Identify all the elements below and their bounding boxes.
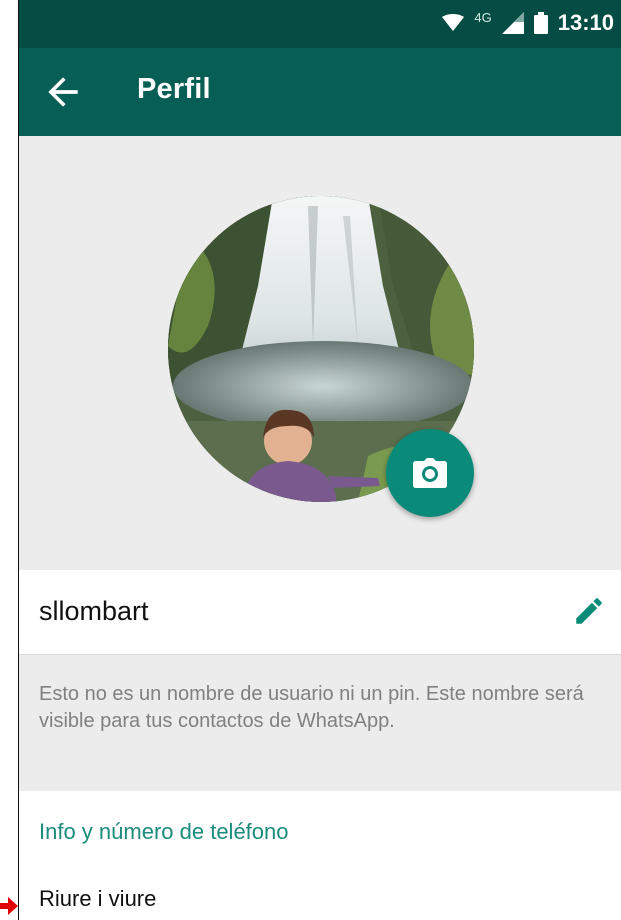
clock: 13:10 — [557, 10, 614, 35]
network-type: 4G — [474, 9, 492, 25]
wifi-icon — [442, 14, 465, 31]
signal-icon — [501, 12, 524, 34]
status-bar: 4G 13:10 — [19, 0, 621, 48]
arrow-left-icon[interactable] — [41, 70, 85, 114]
profile-photo-section — [19, 136, 621, 570]
profile-name-row[interactable]: sllombart — [19, 570, 621, 655]
annotation-arrow-icon — [0, 897, 18, 915]
status-icons: 4G 13:10 — [442, 10, 614, 36]
change-photo-button[interactable] — [386, 429, 474, 517]
page-title: Perfil — [137, 73, 211, 105]
info-section-title: Info y número de teléfono — [39, 819, 289, 844]
camera-icon — [413, 458, 447, 488]
toolbar: Perfil — [19, 48, 621, 136]
app-frame: 4G 13:10 Perfil sllombart Esto no es un … — [18, 0, 621, 920]
about-text[interactable]: Riure i viure — [39, 886, 156, 912]
battery-icon — [533, 12, 548, 34]
name-hint-section: Esto no es un nombre de usuario ni un pi… — [19, 655, 621, 791]
pencil-icon[interactable] — [572, 594, 606, 628]
name-hint-text: Esto no es un nombre de usuario ni un pi… — [39, 683, 584, 732]
profile-name: sllombart — [39, 596, 149, 626]
